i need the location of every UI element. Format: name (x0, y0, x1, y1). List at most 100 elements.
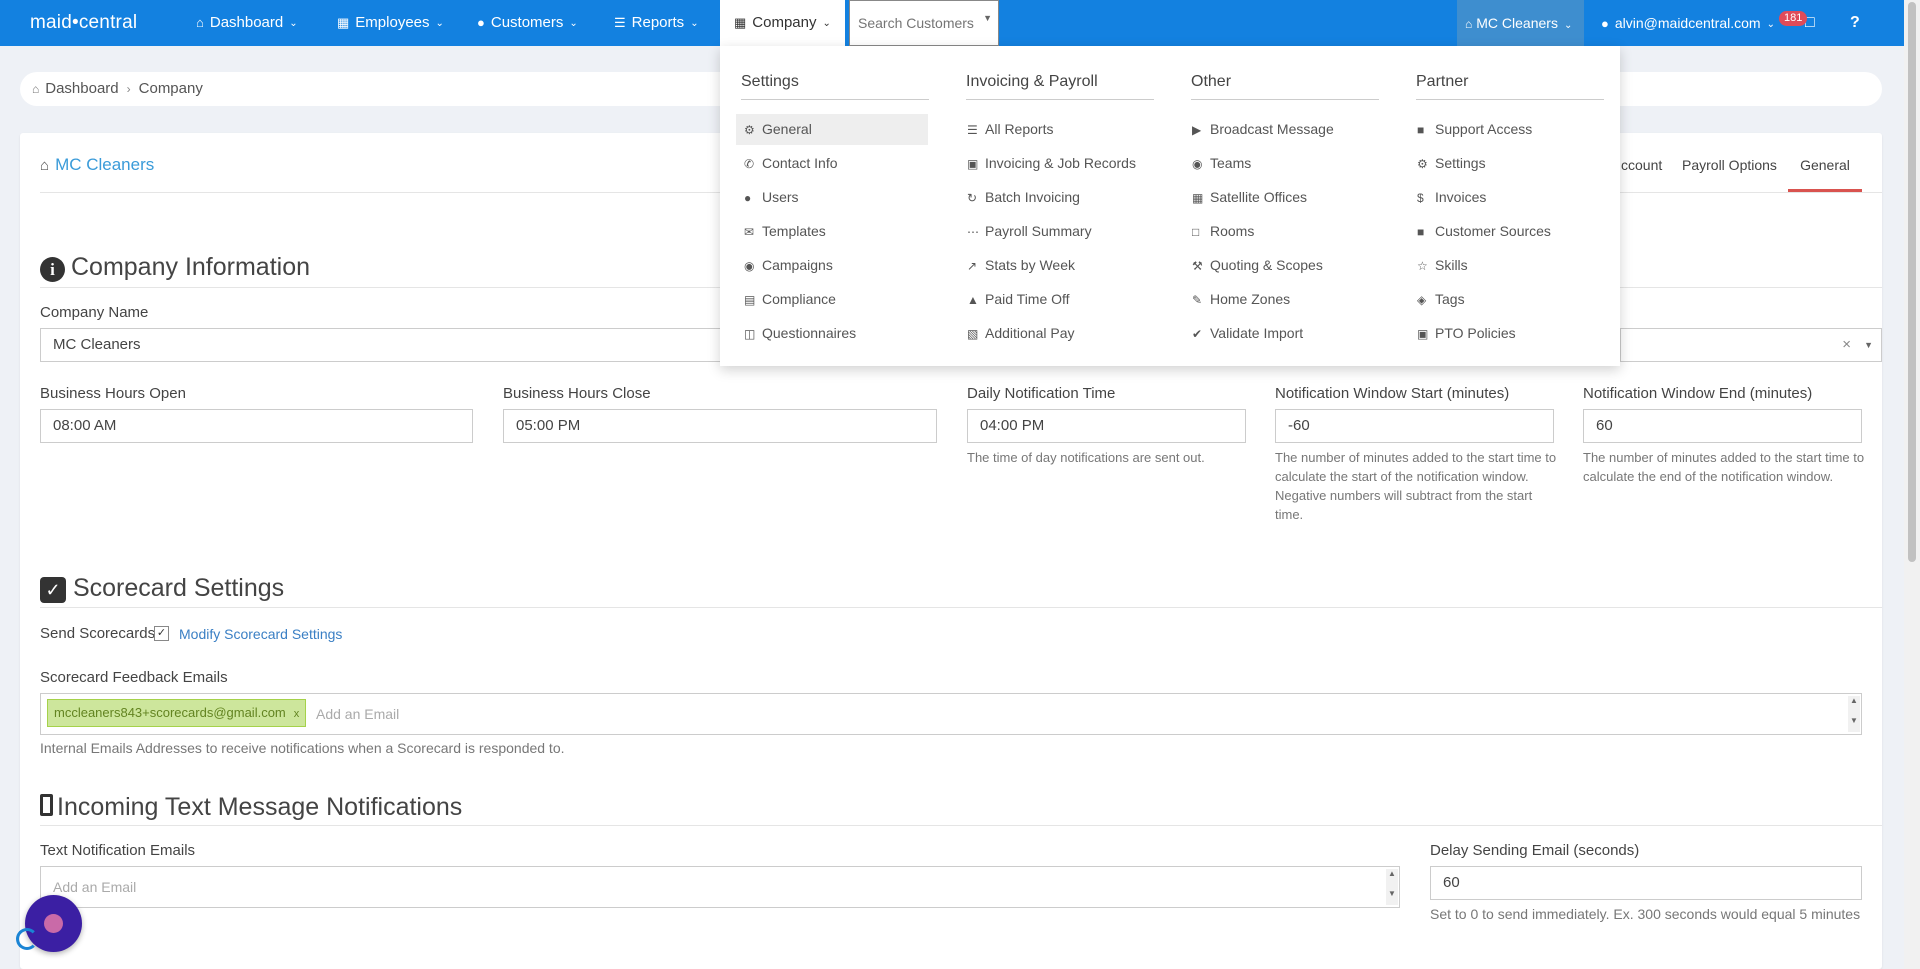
search-customers-input[interactable] (850, 1, 980, 45)
text-emails-label: Text Notification Emails (40, 842, 196, 859)
notif-time-label: Daily Notification Time (967, 385, 1116, 402)
page-scrollbar[interactable] (1904, 0, 1920, 969)
calendar-icon: ▣ (967, 157, 979, 171)
nav-customers[interactable]: ● Customers ⌄ (477, 0, 578, 46)
nav-company[interactable]: ▦ Company ⌄ (720, 0, 845, 46)
info-circle-icon: i (40, 257, 65, 282)
notif-time-help: The time of day notifications are sent o… (967, 450, 1205, 465)
user-menu[interactable]: ● alvin@maidcentral.com ⌄ (1601, 0, 1775, 46)
menu-item-label: Settings (1435, 155, 1486, 171)
hours-open-input[interactable]: 08:00 AM (40, 409, 473, 443)
menu-item-label: Validate Import (1210, 325, 1304, 341)
send-scorecards-checkbox[interactable]: ✓ (154, 626, 169, 641)
menu-item-skills[interactable]: ☆ Skills (1409, 250, 1601, 281)
menu-item-general[interactable]: ⚙ General (736, 114, 928, 145)
company-select-field[interactable]: × ▼ (1620, 328, 1882, 362)
tab-general[interactable]: General (1788, 157, 1862, 192)
add-email-placeholder[interactable]: Add an Email (316, 698, 399, 730)
notifications-icon[interactable]: □ (1805, 0, 1815, 46)
menu-item-campaigns[interactable]: ◉ Campaigns (736, 250, 928, 281)
building-icon: ▦ (337, 15, 350, 30)
nav-employees[interactable]: ▦ Employees ⌄ (337, 0, 444, 46)
menu-item-compliance[interactable]: ▤ Compliance (736, 284, 928, 315)
menu-item-satellite-offices[interactable]: ▦ Satellite Offices (1184, 182, 1376, 213)
breadcrumb-dashboard[interactable]: Dashboard (45, 80, 118, 97)
menu-item-teams[interactable]: ◉ Teams (1184, 148, 1376, 179)
dollar-icon: $ (1417, 191, 1424, 205)
email-tag: mccleaners843+scorecards@gmail.com x (47, 699, 307, 727)
menu-item-label: Invoicing & Job Records (985, 155, 1136, 171)
menu-item-rooms[interactable]: □ Rooms (1184, 216, 1376, 247)
chat-brand-icon (16, 928, 38, 950)
field-scroll-arrows[interactable]: ▲ ▼ (1848, 696, 1860, 732)
menu-item-pto-policies[interactable]: ▣ PTO Policies (1409, 318, 1601, 349)
wrench-icon: ⚒ (1192, 259, 1203, 273)
nav-dashboard-label: Dashboard (209, 14, 284, 31)
menu-item-users[interactable]: ● Users (736, 182, 928, 213)
menu-item-customer-sources[interactable]: ■ Customer Sources (1409, 216, 1601, 247)
hours-close-input[interactable]: 05:00 PM (503, 409, 937, 443)
tab-payroll-options[interactable]: Payroll Options (1682, 157, 1777, 173)
menu-item-contact-info[interactable]: ✆ Contact Info (736, 148, 928, 179)
remove-tag-icon[interactable]: x (294, 708, 300, 720)
delay-sending-input[interactable]: 60 (1430, 866, 1862, 900)
divider (966, 99, 1154, 100)
company-name-input[interactable]: MC Cleaners (40, 328, 740, 362)
files-icon: ◫ (744, 327, 756, 341)
text-emails-field[interactable]: Add an Email ▲ ▼ (40, 866, 1400, 908)
envelope-icon: ✉ (744, 225, 755, 239)
menu-item-paid-time-off[interactable]: ▲ Paid Time Off (959, 284, 1151, 315)
menu-item-broadcast-message[interactable]: ▶ Broadcast Message (1184, 114, 1376, 145)
tab-account[interactable]: ccount (1621, 157, 1662, 173)
nav-reports[interactable]: ☰ Reports ⌄ (614, 0, 699, 46)
hours-open-label: Business Hours Open (40, 385, 186, 402)
menu-item-questionnaires[interactable]: ◫ Questionnaires (736, 318, 928, 349)
menu-item-batch-invoicing[interactable]: ↻ Batch Invoicing (959, 182, 1151, 213)
company-switcher-label: MC Cleaners (1476, 15, 1558, 31)
menu-item-home-zones[interactable]: ✎ Home Zones (1184, 284, 1376, 315)
menu-item-tags[interactable]: ◈ Tags (1409, 284, 1601, 315)
window-end-input[interactable]: 60 (1583, 409, 1862, 443)
menu-item-additional-pay[interactable]: ▧ Additional Pay (959, 318, 1151, 349)
menu-item-label: Paid Time Off (985, 291, 1070, 307)
send-scorecards-label: Send Scorecards (40, 625, 156, 642)
window-end-help: The number of minutes added to the start… (1583, 450, 1865, 484)
search-customers-box[interactable]: ▼ (849, 0, 999, 46)
menu-item-label: Skills (1435, 257, 1468, 273)
menu-item-support-access[interactable]: ■ Support Access (1409, 114, 1601, 145)
building-icon: ▦ (734, 15, 747, 30)
notif-time-input[interactable]: 04:00 PM (967, 409, 1246, 443)
modify-scorecard-link[interactable]: Modify Scorecard Settings (179, 626, 342, 642)
menu-item-validate-import[interactable]: ✔ Validate Import (1184, 318, 1376, 349)
menu-item-label: Payroll Summary (985, 223, 1092, 239)
scorecard-emails-field[interactable]: Add an Email ▲ ▼ (40, 693, 1862, 735)
menu-item-all-reports[interactable]: ☰ All Reports (959, 114, 1151, 145)
menu-item-partner-settings[interactable]: ⚙ Settings (1409, 148, 1601, 179)
clear-icon[interactable]: × (1842, 329, 1851, 361)
chevron-down-icon: ⌄ (690, 18, 699, 29)
menu-item-payroll-summary[interactable]: ⋯ Payroll Summary (959, 216, 1151, 247)
menu-item-invoicing-job-records[interactable]: ▣ Invoicing & Job Records (959, 148, 1151, 179)
calendar-icon: ▣ (1417, 327, 1429, 341)
menu-item-label: Users (762, 189, 799, 205)
caret-down-icon[interactable]: ▼ (983, 13, 992, 23)
menu-item-stats-by-week[interactable]: ↗ Stats by Week (959, 250, 1151, 281)
menu-item-templates[interactable]: ✉ Templates (736, 216, 928, 247)
menu-item-invoices[interactable]: $ Invoices (1409, 182, 1601, 213)
maidcentral-logo[interactable]: maid•central (30, 12, 137, 34)
scrollbar-thumb[interactable] (1908, 2, 1916, 562)
help-icon[interactable]: ? (1850, 0, 1860, 46)
company-dropdown-menu: Settings ⚙ General ✆ Contact Info ● Users ✉… (720, 46, 1620, 366)
phone-icon: ✆ (744, 157, 755, 171)
menu-item-quoting-scopes[interactable]: ⚒ Quoting & Scopes (1184, 250, 1376, 281)
company-switcher[interactable]: ⌂ MC Cleaners ⌄ (1457, 0, 1584, 46)
delay-sending-help: Set to 0 to send immediately. Ex. 300 se… (1430, 906, 1861, 922)
window-start-input[interactable]: -60 (1275, 409, 1554, 443)
nav-dashboard[interactable]: ⌂ Dashboard ⌄ (196, 0, 298, 46)
window-start-label: Notification Window Start (minutes) (1275, 385, 1510, 402)
company-info-heading: i Company Information (40, 253, 310, 282)
menu-col-other-heading: Other (1191, 73, 1232, 90)
menu-item-label: Home Zones (1210, 291, 1291, 307)
caret-down-icon[interactable]: ▼ (1864, 329, 1873, 361)
field-scroll-arrows[interactable]: ▲ ▼ (1386, 869, 1398, 905)
